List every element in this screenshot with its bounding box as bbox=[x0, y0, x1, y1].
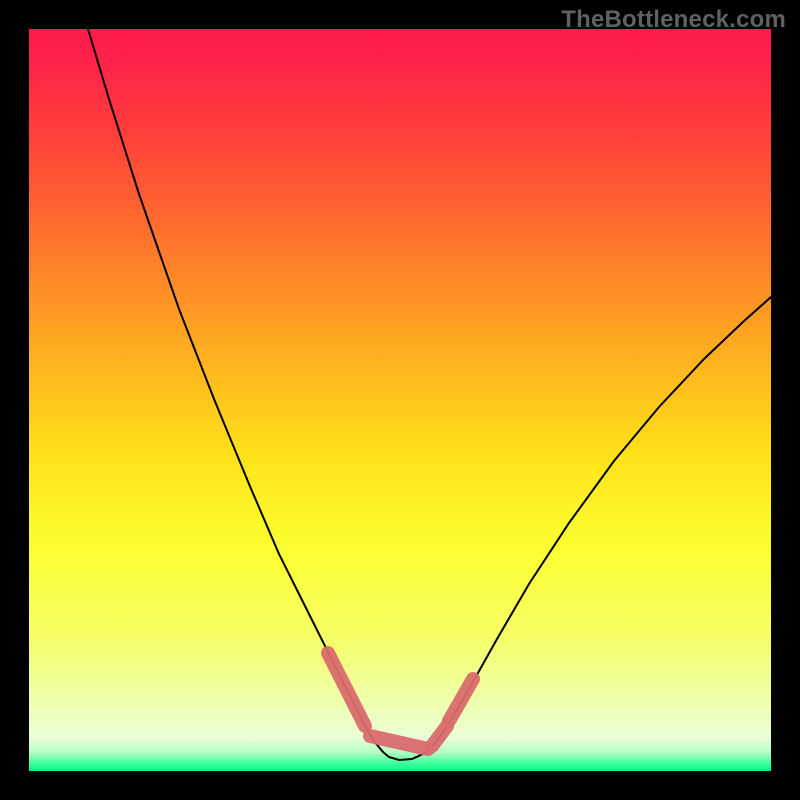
marker-segment-right-upper bbox=[449, 679, 473, 721]
marker-segment-left bbox=[328, 653, 365, 726]
watermark-text: TheBottleneck.com bbox=[561, 6, 786, 34]
curve-path bbox=[88, 29, 771, 760]
marker-segment-right-lower bbox=[432, 726, 447, 746]
chart-frame bbox=[29, 29, 771, 771]
bottleneck-curve bbox=[29, 29, 771, 771]
